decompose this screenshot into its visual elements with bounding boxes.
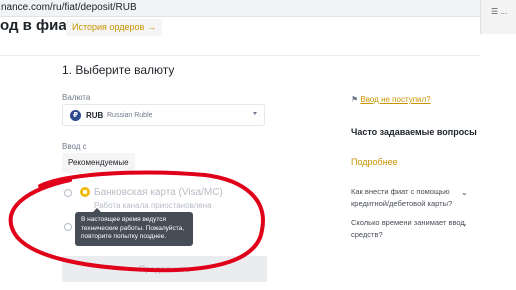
payment-method-status: Работа канала приостановлена [94, 201, 212, 210]
currency-code: RUB [86, 111, 104, 120]
currency-label: Валюта [62, 93, 91, 102]
tooltip-line: повторите попытку позднее. [81, 233, 167, 240]
browser-address-bar[interactable]: nance.com/ru/fiat/deposit/RUB [0, 0, 480, 17]
currency-name: Russian Ruble [107, 112, 153, 119]
maintenance-tooltip: В настоящее время ведутся технические ра… [75, 212, 193, 246]
url-text: nance.com/ru/fiat/deposit/RUB [1, 2, 137, 13]
tab-recommended[interactable]: Рекомендуемые [62, 153, 135, 173]
arrow-right-icon: → [147, 22, 157, 32]
browser-side-panel: ☰ ... [480, 0, 516, 34]
faq-item[interactable]: Сколько времени занимает ввод средств? [351, 217, 466, 241]
page-header: од в фиате История ордеров → [0, 17, 480, 56]
more-link[interactable]: Подробнее [351, 157, 398, 167]
step-title: 1. Выберите валюту [62, 63, 175, 77]
currency-select[interactable]: ₽ RUB Russian Ruble [62, 104, 265, 126]
order-history-label: История ордеров [72, 22, 145, 32]
ruble-icon: ₽ [70, 110, 81, 121]
flag-icon: ⚑ [351, 95, 359, 104]
continue-button[interactable]: Продолжить [62, 256, 267, 282]
order-history-button[interactable]: История ордеров → [66, 19, 163, 36]
tooltip-line: В настоящее время ведутся [81, 216, 166, 223]
chevron-down-icon[interactable]: ⌄ [461, 220, 468, 228]
faq-title: Часто задаваемые вопросы [351, 127, 477, 137]
chevron-down-icon[interactable]: ⌄ [461, 189, 468, 197]
payment-method-title: Банковская карта (Visa/MC) [94, 187, 223, 198]
payment-method-radio-2[interactable] [64, 223, 72, 231]
menu-icon[interactable]: ☰ ... [491, 7, 507, 16]
chevron-down-icon [253, 112, 257, 115]
deposit-not-received-label: Ввод не поступил? [360, 95, 431, 104]
deposit-not-received-link[interactable]: ⚑ Ввод не поступил? [351, 95, 431, 104]
faq-item[interactable]: Как внести фиат с помощью кредитной/дебе… [351, 186, 466, 210]
header-divider [0, 55, 480, 56]
input-method-label: Ввод с [62, 142, 87, 151]
tooltip-line: технические работы. Пожалуйста, [81, 224, 185, 232]
bank-card-icon [80, 187, 90, 197]
payment-method-radio[interactable] [64, 189, 72, 197]
